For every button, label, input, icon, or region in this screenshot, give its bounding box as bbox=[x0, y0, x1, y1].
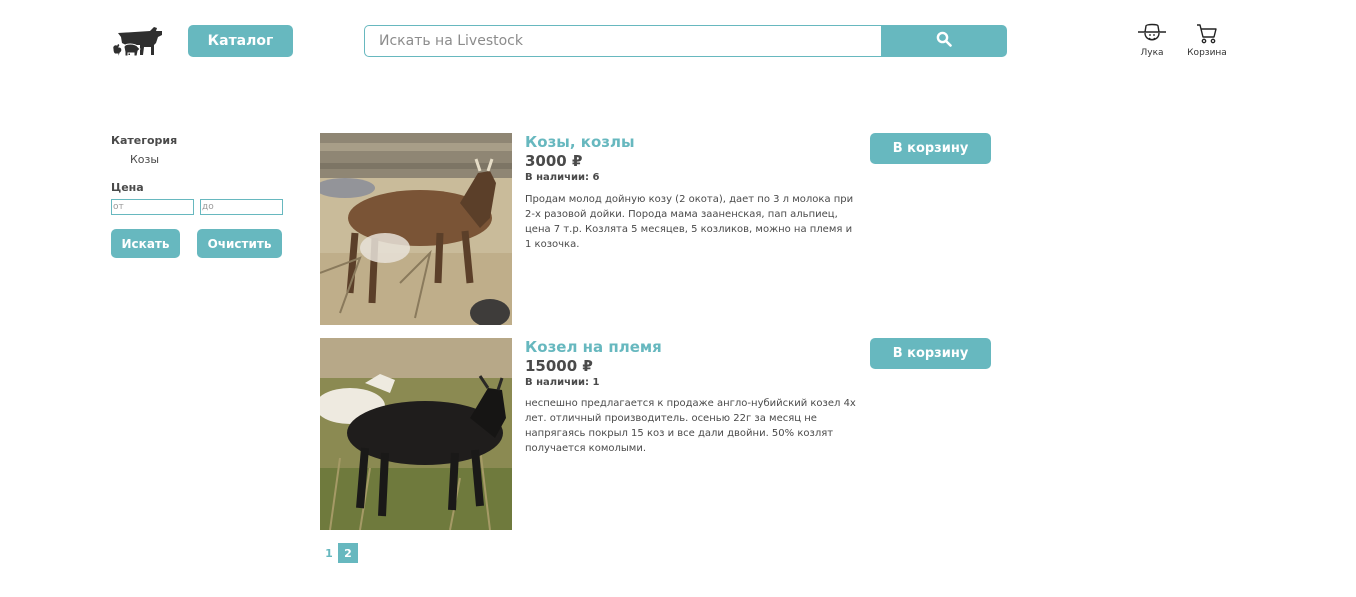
search-field[interactable] bbox=[364, 25, 896, 57]
add-to-cart-button[interactable]: В корзину bbox=[870, 338, 991, 369]
category-filter-label: Категория bbox=[111, 134, 178, 147]
clear-filter-button[interactable]: Очистить bbox=[197, 229, 282, 258]
apply-filter-label: Искать bbox=[121, 236, 170, 251]
search-input[interactable] bbox=[379, 33, 869, 49]
product-image[interactable] bbox=[320, 133, 512, 325]
product-title[interactable]: Козы, козлы bbox=[525, 133, 635, 151]
catalog-button-label: Каталог bbox=[207, 33, 274, 49]
catalog-button[interactable]: Каталог bbox=[188, 25, 293, 57]
cart-icon bbox=[1195, 23, 1219, 48]
site-logo-icon[interactable] bbox=[110, 23, 164, 59]
apply-filter-button[interactable]: Искать bbox=[111, 229, 180, 258]
add-to-cart-label: В корзину bbox=[892, 346, 969, 361]
pagination-page-1[interactable]: 1 bbox=[322, 544, 336, 563]
product-stock: В наличии: 1 bbox=[525, 377, 600, 388]
category-filter-value[interactable]: Козы bbox=[130, 153, 159, 166]
pagination-page-2-current[interactable]: 2 bbox=[338, 543, 358, 563]
product-title[interactable]: Козел на племя bbox=[525, 338, 662, 356]
farmer-hat-icon bbox=[1136, 23, 1168, 48]
price-to-input[interactable] bbox=[200, 199, 283, 215]
cart-label: Корзина bbox=[1187, 48, 1227, 58]
user-profile-link[interactable]: Лука bbox=[1135, 23, 1169, 58]
user-label: Лука bbox=[1140, 48, 1164, 58]
search-icon bbox=[936, 31, 952, 51]
product-stock: В наличии: 6 bbox=[525, 172, 600, 183]
cart-link[interactable]: Корзина bbox=[1184, 23, 1230, 58]
add-to-cart-label: В корзину bbox=[892, 141, 969, 156]
product-image[interactable] bbox=[320, 338, 512, 530]
price-from-input[interactable] bbox=[111, 199, 194, 215]
search-button[interactable] bbox=[881, 25, 1007, 57]
product-price: 3000 ₽ bbox=[525, 152, 583, 170]
product-description: неспешно предлагается к продаже англо-ну… bbox=[525, 398, 856, 454]
product-description: Продам молод дойную козу (2 окота), дает… bbox=[525, 194, 854, 250]
add-to-cart-button[interactable]: В корзину bbox=[870, 133, 991, 164]
product-price: 15000 ₽ bbox=[525, 357, 593, 375]
clear-filter-label: Очистить bbox=[207, 236, 272, 251]
price-filter-label: Цена bbox=[111, 181, 144, 194]
